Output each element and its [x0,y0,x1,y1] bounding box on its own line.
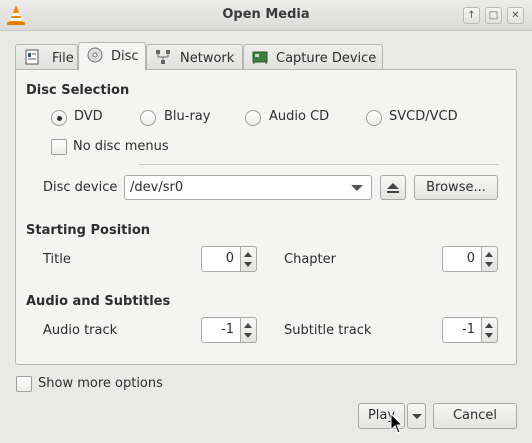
radio-bluray[interactable] [140,110,156,126]
up-arrow-icon[interactable]: ↑ [463,7,480,24]
spin-down-icon [485,333,493,338]
network-icon [156,50,170,64]
window-title: Open Media [222,7,310,22]
tab-network-label: Network [180,51,235,66]
radio-audio-cd-label: Audio CD [269,109,330,124]
tab-disc-label: Disc [111,49,139,64]
tab-capture-device[interactable]: Capture Device [243,44,383,71]
title-value[interactable]: 0 [201,246,241,272]
capture-card-icon [252,51,268,64]
title-label: Title [43,252,71,267]
spin-down-icon [485,262,493,267]
subtitle-track-spinbox[interactable]: -1 [442,317,498,343]
subtitle-track-label: Subtitle track [284,323,372,338]
tab-file-label: File [52,51,74,66]
audio-spin-arrows[interactable] [240,317,257,343]
show-more-options-label: Show more options [38,376,163,391]
browse-button[interactable]: Browse... [414,175,498,200]
chevron-down-icon [351,185,363,191]
radio-dvd-label: DVD [74,109,103,124]
chapter-spin-arrows[interactable] [481,246,498,272]
disc-selection-title: Disc Selection [26,83,130,98]
eject-button[interactable] [380,175,406,200]
show-more-options-checkbox[interactable] [16,376,32,392]
chapter-label: Chapter [284,252,336,267]
disc-panel: Disc Selection DVD Blu-ray Audio CD SVCD… [15,69,517,365]
disc-device-value: /dev/sr0 [130,180,184,195]
tab-disc[interactable]: Disc [78,42,146,71]
disc-device-combo[interactable]: /dev/sr0 [124,175,372,200]
title-spinbox[interactable]: 0 [201,246,257,272]
no-disc-menus-label: No disc menus [73,139,169,154]
file-icon [25,49,39,65]
disc-icon [87,47,103,63]
eject-icon [387,183,399,193]
spin-down-icon [244,262,252,267]
audio-track-value[interactable]: -1 [201,317,241,343]
audio-subtitles-title: Audio and Subtitles [26,294,171,309]
tab-file[interactable]: File [15,44,78,71]
maximize-icon[interactable]: □ [485,7,502,24]
subtitle-track-value[interactable]: -1 [442,317,482,343]
close-icon[interactable]: ✕ [507,7,524,24]
radio-audio-cd[interactable] [245,110,261,126]
chapter-value[interactable]: 0 [442,246,482,272]
title-spin-arrows[interactable] [240,246,257,272]
spin-up-icon [244,323,252,328]
play-options-dropdown[interactable] [407,403,426,429]
spin-down-icon [244,333,252,338]
mouse-cursor-icon [390,413,404,434]
radio-svcd-vcd[interactable] [366,110,382,126]
chevron-down-icon [412,414,422,419]
spin-up-icon [244,252,252,257]
spin-up-icon [485,323,493,328]
spin-up-icon [485,252,493,257]
tab-capture-device-label: Capture Device [276,51,377,66]
subtitle-spin-arrows[interactable] [481,317,498,343]
cancel-button[interactable]: Cancel [433,403,517,429]
audio-track-spinbox[interactable]: -1 [201,317,257,343]
audio-track-label: Audio track [43,323,118,338]
radio-dvd[interactable] [51,110,67,126]
chapter-spinbox[interactable]: 0 [442,246,498,272]
disc-device-label: Disc device [43,180,118,195]
no-disc-menus-checkbox[interactable] [51,139,67,155]
starting-position-title: Starting Position [26,223,151,238]
radio-bluray-label: Blu-ray [164,109,211,124]
title-bar: Open Media ↑ □ ✕ [0,0,532,31]
separator [139,164,499,165]
radio-svcd-vcd-label: SVCD/VCD [389,109,458,124]
tab-network[interactable]: Network [146,44,243,71]
